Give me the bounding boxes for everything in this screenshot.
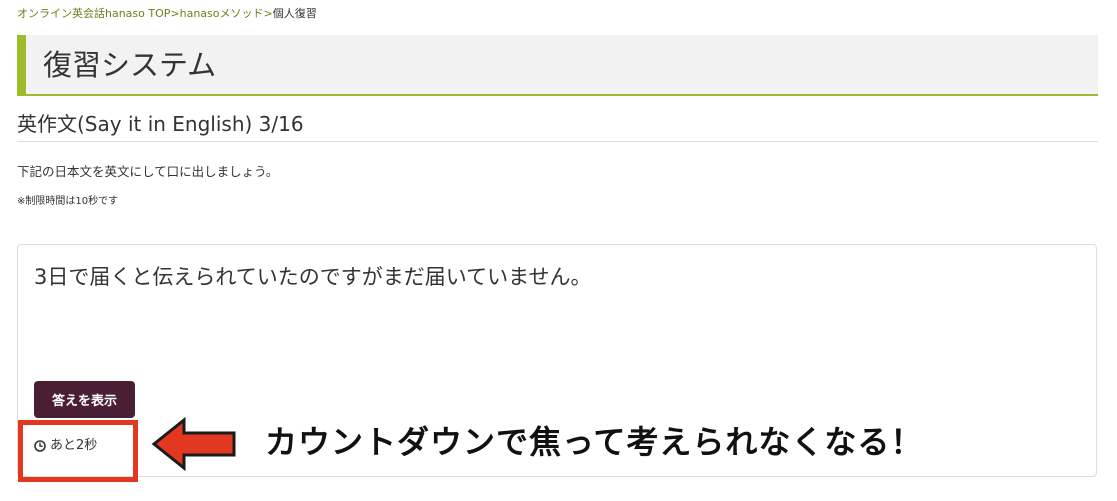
question-text: 3日で届くと伝えられていたのですがまだ届いていません。 — [34, 265, 592, 289]
show-answer-button[interactable]: 答えを表示 — [34, 381, 135, 418]
page-title: 復習システム — [43, 48, 217, 82]
countdown-highlight-box — [18, 420, 138, 482]
breadcrumb-separator: > — [263, 7, 273, 20]
time-limit-note: ※制限時間は10秒です — [17, 196, 119, 207]
breadcrumb-item-method[interactable]: hanasoメソッド — [180, 7, 264, 20]
page-header: 復習システム — [17, 35, 1098, 96]
breadcrumb-item-top[interactable]: オンライン英会話hanaso TOP — [17, 7, 170, 20]
breadcrumb-item-current: 個人復習 — [272, 7, 317, 20]
instruction-text: 下記の日本文を英文にして口に出しましょう。 — [17, 164, 279, 179]
annotation-text: カウントダウンで焦って考えられなくなる！ — [265, 423, 924, 461]
section-title: 英作文(Say it in English) 3/16 — [17, 111, 1098, 142]
breadcrumb-separator: > — [170, 7, 180, 20]
left-arrow-icon — [150, 416, 238, 472]
breadcrumb: オンライン英会話hanaso TOP>hanasoメソッド>個人復習 — [17, 7, 317, 21]
